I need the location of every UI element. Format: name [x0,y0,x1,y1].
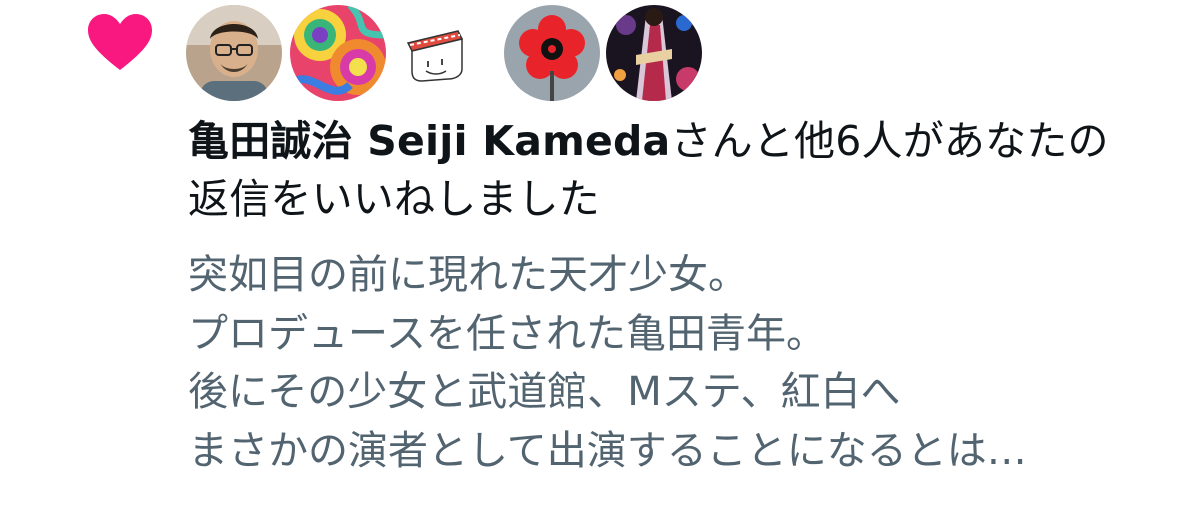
notification-headline: 亀田誠治 Seiji Kamedaさんと他6人があなたの 返信をいいねしました [188,112,1188,228]
avatar[interactable] [398,23,482,87]
avatar[interactable] [186,5,282,101]
like-notification[interactable]: 亀田誠治 Seiji Kamedaさんと他6人があなたの 返信をいいねしました … [0,0,1200,517]
headline-text: さんと他6人があなたの [670,117,1109,165]
headline-text-line2: 返信をいいねしました [188,175,600,223]
tweet-preview[interactable]: 突如目の前に現れた天才少女。 プロデュースを任された亀田青年。 後にその少女と武… [188,246,1188,480]
avatar[interactable] [606,5,702,101]
tweet-line: まさかの演者として出演することになるとは… [188,427,1027,474]
heart-icon [88,14,152,72]
tweet-line: 後にその少女と武道館、Mステ、紅白へ [188,369,901,415]
tweet-line: 突如目の前に現れた天才少女。 [188,252,748,298]
avatar[interactable] [504,5,600,101]
liker-name[interactable]: 亀田誠治 Seiji Kameda [188,117,670,165]
tweet-line: プロデュースを任された亀田青年。 [188,310,826,357]
avatar[interactable] [290,5,386,101]
